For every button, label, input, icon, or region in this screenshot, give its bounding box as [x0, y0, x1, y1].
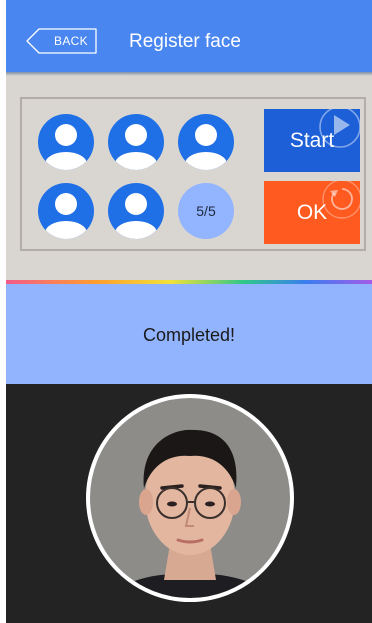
capture-count-label: 5/5 — [196, 203, 216, 219]
back-label: BACK — [54, 34, 88, 48]
capture-panel: 5/5 Start OK — [6, 76, 372, 280]
person-icon — [115, 193, 157, 239]
ok-button[interactable]: OK — [264, 181, 360, 244]
camera-preview — [6, 384, 372, 623]
face-slot-1 — [38, 114, 94, 170]
status-message: Completed! — [142, 325, 236, 345]
capture-counter: 5/5 — [178, 183, 234, 239]
face-slot-2 — [108, 114, 164, 170]
page-title: Register face — [129, 31, 241, 52]
person-icon — [45, 193, 87, 239]
header-bar: BACK Register face — [6, 0, 372, 72]
ok-button-label: OK — [296, 201, 328, 224]
start-button[interactable]: Start — [264, 109, 360, 172]
back-button[interactable]: BACK — [26, 28, 98, 54]
person-icon — [115, 124, 157, 170]
face-slot-4 — [38, 183, 94, 239]
status-banner: Completed! — [6, 284, 372, 384]
person-icon — [45, 124, 87, 170]
start-button-label: Start — [289, 129, 335, 152]
face-preview-circle — [86, 394, 294, 602]
face-slot-3 — [178, 114, 234, 170]
register-face-screen: BACK Register face 5/5 Start OK Complete… — [6, 0, 372, 623]
face-slot-5 — [108, 183, 164, 239]
person-icon — [185, 124, 227, 170]
